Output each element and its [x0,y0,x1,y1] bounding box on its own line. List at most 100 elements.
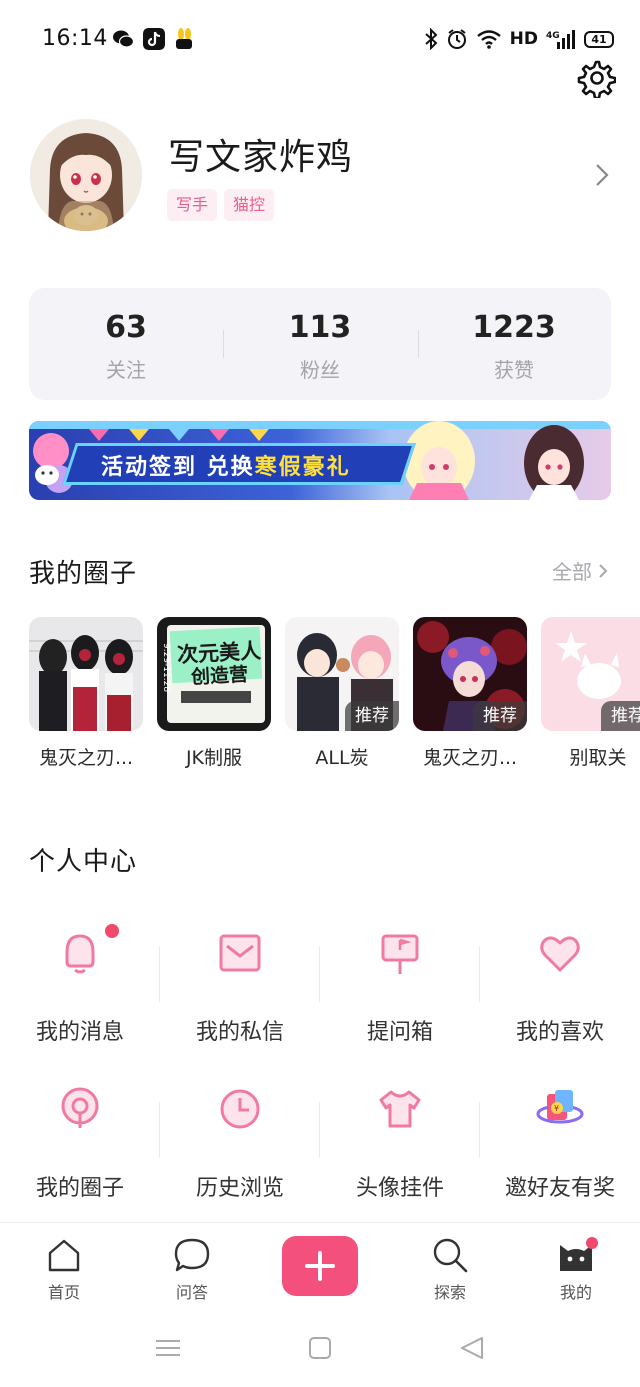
circle-thumbnail: 9.29-11.28 次元美人 创造营 [157,617,271,731]
stat-following[interactable]: 63 关注 [29,288,223,400]
menu-my-circles[interactable]: 我的圈子 [0,1084,160,1214]
settings-gear-icon[interactable] [576,58,616,98]
section-title-circles: 我的圈子 [29,559,138,589]
system-navigation-bar [0,1312,640,1387]
promo-banner[interactable]: 活动签到 兑换寒假豪礼 [29,421,611,500]
svg-text:¥: ¥ [554,1104,559,1113]
menu-label: 我的私信 [195,1020,284,1045]
circle-name: 鬼灭之刃... [422,747,518,769]
battery-indicator: 41 [584,30,614,48]
menu-label: 邀好友有奖 [504,1176,615,1201]
chevron-right-icon [599,563,608,578]
nav-home[interactable]: 首页 [14,1235,114,1303]
circle-item[interactable]: 9.29-11.28 次元美人 创造营 JK制服 [157,617,271,770]
circle-name: 鬼灭之刃... [38,747,134,769]
nav-explore[interactable]: 探索 [400,1235,500,1303]
circle-thumbnail [29,617,143,731]
stat-followers[interactable]: 113 粉丝 [223,288,417,400]
avatar[interactable] [30,119,142,231]
svg-text:4G: 4G [546,31,560,41]
tshirt-icon [379,1090,421,1128]
menu-label: 头像挂件 [355,1176,444,1201]
tiktok-icon [143,28,165,50]
bottom-nav: 首页 问答 探索 我的 [0,1222,640,1312]
bluetooth-icon [424,28,438,50]
circle-pin-icon [61,1087,99,1128]
stat-likes[interactable]: 1223 获赞 [417,288,611,400]
gift-icon: ¥ [536,1090,584,1124]
recommend-badge: 推荐 [473,701,527,731]
nav-me[interactable]: 我的 [526,1235,626,1303]
stat-value: 1223 [472,310,556,345]
menu-label: 我的消息 [35,1020,124,1045]
profile-tag[interactable]: 猫控 [224,189,275,221]
circle-item[interactable]: 鬼灭之刃... [29,617,143,770]
section-title-personal: 个人中心 [29,847,138,877]
circle-name: JK制服 [185,747,243,769]
clock-icon [220,1089,260,1129]
system-nav-icons [156,1337,483,1359]
nav-label: 我的 [559,1283,592,1302]
home-square-icon [309,1337,331,1359]
circle-item[interactable]: 推荐 ALL炭 [285,617,399,770]
recommend-badge: 推荐 [345,701,399,731]
unread-dot [105,924,119,938]
status-bar: 16:14 HD 4G 41 [0,0,640,78]
chat-bubble-icon [174,1238,210,1272]
plus-icon [305,1251,335,1281]
stat-value: 63 [105,310,147,345]
menu-label: 我的圈子 [35,1176,124,1201]
jk-thumb-subtitle: 创造营 [190,663,249,689]
circle-item[interactable]: 推荐 鬼灭之刃... [413,617,527,770]
nav-label: 首页 [47,1283,80,1302]
menu-invite-friends[interactable]: ¥ 邀好友有奖 [480,1084,640,1214]
stat-label: 粉丝 [300,358,340,382]
nav-label: 探索 [433,1283,466,1302]
jk-thumb-date: 9.29-11.28 [161,643,171,692]
nav-label: 问答 [175,1283,208,1302]
notification-dot [586,1237,598,1249]
back-icon [461,1337,483,1359]
menu-label: 我的喜欢 [515,1020,604,1045]
banner-text: 活动签到 兑换寒假豪礼 [101,455,351,480]
recommend-badge: 推荐 [601,701,640,731]
menu-my-likes[interactable]: 我的喜欢 [480,928,640,1058]
heart-icon [540,936,580,972]
menu-icon [156,1340,180,1356]
circle-thumbnail-art [29,617,143,731]
circle-name: 别取关 [569,747,627,769]
circle-thumbnail: 推荐 [285,617,399,731]
search-icon [433,1238,468,1273]
status-time: 16:14 [42,26,108,51]
menu-avatar-pendant[interactable]: 头像挂件 [320,1084,480,1214]
wechat-icon [113,30,134,48]
see-all-link[interactable]: 全部 [552,556,608,585]
profile-tag[interactable]: 写手 [167,189,218,221]
menu-my-messages[interactable]: 我的消息 [0,924,160,1058]
stat-label: 获赞 [494,358,534,382]
hd-indicator: HD [509,29,538,49]
wifi-icon [476,30,501,49]
circle-item[interactable]: 推荐 别取关 [541,617,640,770]
chevron-right-icon[interactable] [594,162,610,188]
alarm-icon [447,29,466,49]
status-indicators: HD 4G 41 [424,27,614,51]
home-icon [48,1239,80,1272]
menu-question-box[interactable]: 提问箱 [320,928,480,1058]
menu-private-messages[interactable]: 我的私信 [160,928,320,1058]
menu-label: 提问箱 [366,1020,433,1045]
circle-thumbnail: 推荐 [541,617,640,731]
username: 写文家炸鸡 [168,137,354,178]
mail-icon [219,934,261,972]
nav-qa[interactable]: 问答 [142,1235,242,1303]
bell-icon [65,934,95,974]
circle-list: 鬼灭之刃... 9.29-11.28 次元美人 创造营 JK制服 推荐 ALL炭… [29,617,640,777]
avatar-illustration [30,119,142,231]
see-all-label: 全部 [552,560,592,584]
stat-value: 113 [288,310,352,345]
circle-thumbnail: 推荐 [413,617,527,731]
circle-name: ALL炭 [315,747,369,769]
menu-history[interactable]: 历史浏览 [160,1084,320,1214]
stat-label: 关注 [106,358,146,382]
create-post-button[interactable] [282,1236,358,1296]
